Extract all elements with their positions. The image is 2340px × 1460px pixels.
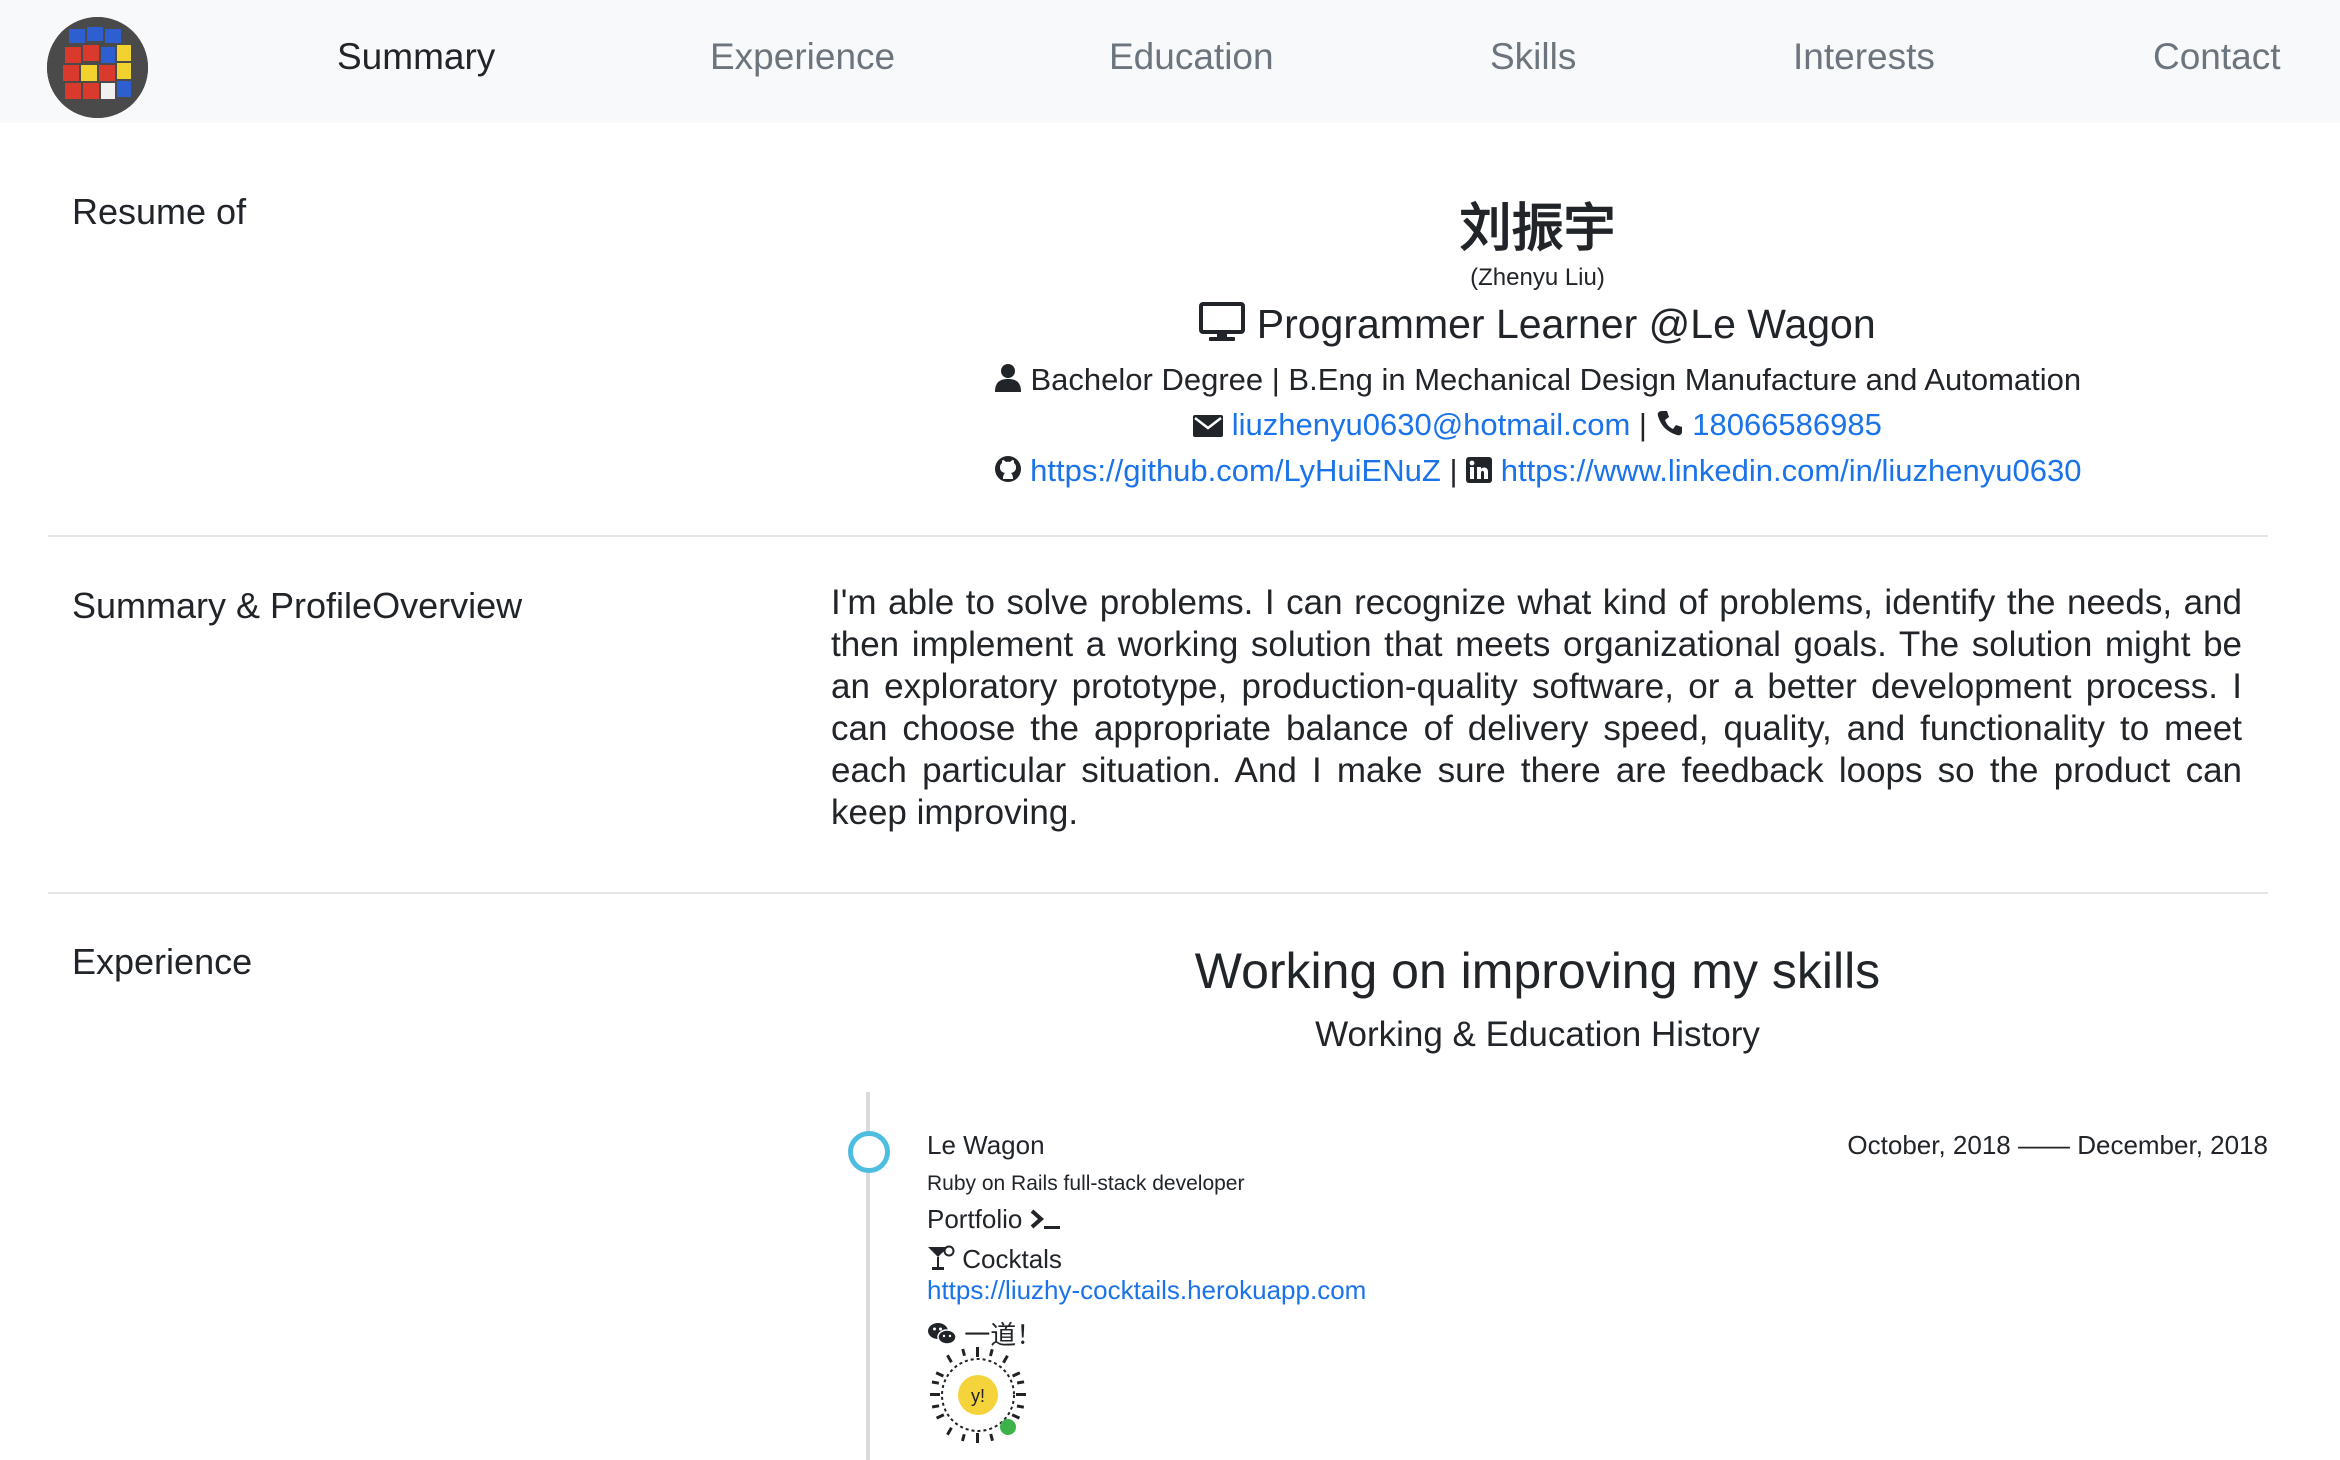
degree-line: Bachelor Degree | B.Eng in Mechanical De… — [830, 362, 2245, 401]
contact-line-1: liuzhenyu0630@hotmail.com | 18066586985 — [830, 407, 2245, 445]
nav-interests[interactable]: Interests — [1793, 36, 1935, 78]
github-link[interactable]: https://github.com/LyHuiENuZ — [1030, 453, 1441, 488]
summary-text: I'm able to solve problems. I can recogn… — [831, 583, 2242, 832]
experience-title: Working on improving my skills — [1194, 943, 1881, 999]
portfolio-line: Portfolio — [927, 1204, 1062, 1237]
qr-logo-text: y! — [971, 1386, 985, 1406]
cocktails-label: Cocktals — [962, 1244, 1062, 1274]
person-name: 刘振宇 — [1459, 200, 1616, 258]
linkedin-icon — [1466, 455, 1493, 491]
terminal-icon — [1030, 1206, 1062, 1237]
nav-education[interactable]: Education — [1109, 36, 1274, 78]
rubiks-cube-avatar-image — [47, 17, 148, 118]
experience-subtitle: Working & Education History — [1315, 1015, 1760, 1054]
github-icon — [994, 455, 1022, 491]
cocktails-url-link[interactable]: https://liuzhy-cocktails.herokuapp.com — [927, 1275, 1366, 1306]
job-title-line: Programmer Learner @Le Wagon — [830, 301, 2245, 352]
contact-line-2: https://github.com/LyHuiENuZ | https://w… — [830, 453, 2245, 491]
email-link[interactable]: liuzhenyu0630@hotmail.com — [1232, 407, 1631, 442]
mini-program-qr-code[interactable]: y! — [928, 1345, 1028, 1445]
entry-dates: October, 2018 —— December, 2018 — [1847, 1130, 2268, 1160]
user-icon — [994, 363, 1022, 401]
envelope-icon — [1193, 409, 1224, 445]
experience-label: Experience — [72, 941, 253, 982]
entry-organization: Le Wagon — [927, 1130, 1045, 1160]
phone-link[interactable]: 18066586985 — [1692, 407, 1882, 442]
separator: | — [1449, 453, 1458, 488]
avatar[interactable] — [47, 17, 148, 118]
navbar: Summary Experience Education Skills Inte… — [0, 0, 2340, 123]
linkedin-link[interactable]: https://www.linkedin.com/in/liuzhenyu063… — [1501, 453, 2082, 488]
timeline-dot — [848, 1131, 890, 1173]
summary-label: Summary & ProfileOverview — [72, 585, 523, 626]
job-title: Programmer Learner @Le Wagon — [1256, 301, 1876, 347]
nav-skills[interactable]: Skills — [1490, 36, 1576, 78]
separator: | — [1638, 407, 1647, 442]
nav-summary[interactable]: Summary — [337, 36, 495, 78]
person-alias: (Zhenyu Liu) — [1470, 264, 1605, 291]
entry-role: Ruby on Rails full-stack developer — [927, 1172, 1245, 1195]
phone-icon — [1656, 409, 1684, 445]
portfolio-label: Portfolio — [927, 1204, 1023, 1234]
qr-code-image: y! — [930, 1347, 1026, 1443]
desktop-icon — [1199, 302, 1246, 352]
nav-contact[interactable]: Contact — [2153, 36, 2281, 78]
nav-experience[interactable]: Experience — [710, 36, 895, 78]
section-divider — [48, 535, 2268, 537]
cocktails-line: Cocktals — [927, 1244, 1062, 1278]
degree-text: Bachelor Degree | B.Eng in Mechanical De… — [1030, 362, 2082, 397]
section-divider — [48, 892, 2268, 894]
qr-badge — [1000, 1419, 1016, 1435]
resume-label: Resume of — [72, 191, 247, 232]
cocktail-icon — [927, 1245, 955, 1278]
